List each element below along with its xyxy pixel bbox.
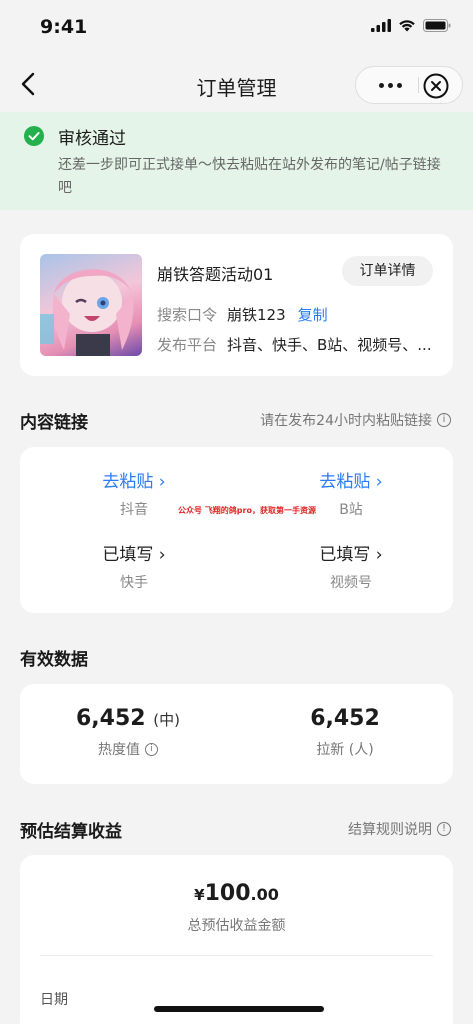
nav-bar: 订单管理: [0, 56, 473, 112]
new-users-label: 拉新 (人): [316, 742, 374, 758]
status-icons: [371, 19, 451, 32]
mini-program-capsule: [355, 66, 463, 104]
platform-row: 发布平台 抖音、快手、B站、视频号、...: [157, 334, 432, 355]
total-amount: ¥100.00: [20, 881, 453, 906]
link-cell-kuaishou[interactable]: 已填写 › 快手: [54, 540, 214, 592]
heat-level: (中): [153, 711, 180, 729]
settlement-rules-link[interactable]: 结算规则说明 !: [348, 819, 451, 839]
platform-value: 抖音、快手、B站、视频号、...: [227, 336, 432, 354]
total-amount-label: 总预估收益金额: [187, 918, 286, 934]
check-circle-icon: [24, 126, 44, 146]
content-links-title: 内容链接: [20, 413, 88, 433]
watermark-text: 公众号 飞翔的鸽pro，获取第一手资源: [178, 506, 316, 515]
signal-icon: [371, 19, 391, 32]
amount-integer: 100: [204, 881, 251, 906]
wifi-icon: [399, 20, 415, 32]
income-title: 预估结算收益: [20, 822, 122, 842]
income-card: ¥100.00 总预估收益金额 日期: [20, 855, 453, 1024]
banner-title: 审核通过: [58, 129, 126, 149]
search-code-value: 崩铁123: [227, 306, 286, 324]
new-users-stat: 6,452 拉新 (人): [245, 706, 445, 759]
content-links-card: 去粘贴 › 抖音 去粘贴 › B站 已填写 › 快手 已填写 › 视频号 公众号…: [20, 447, 453, 613]
currency-symbol: ¥: [194, 886, 205, 904]
divider: [40, 955, 433, 956]
amount-decimal: .00: [250, 885, 279, 904]
search-code-row: 搜索口令 崩铁123 复制: [157, 304, 328, 325]
heat-value-row: 6,452 (中): [28, 706, 228, 731]
platform-name: 视频号: [330, 575, 372, 591]
filled-link-button[interactable]: 已填写 ›: [54, 540, 214, 565]
order-name: 崩铁答题活动01: [157, 265, 274, 284]
info-icon[interactable]: i: [145, 742, 158, 756]
paste-link-button[interactable]: 去粘贴 ›: [271, 467, 431, 492]
copy-link[interactable]: 复制: [298, 306, 328, 324]
status-time: 9:41: [40, 16, 88, 38]
info-icon[interactable]: i: [437, 413, 451, 427]
close-button[interactable]: [422, 72, 450, 100]
more-dot-icon: [387, 82, 393, 88]
filled-link-button[interactable]: 已填写 ›: [271, 540, 431, 565]
platform-name: 快手: [120, 575, 148, 591]
heat-label: 热度值: [98, 742, 140, 758]
more-dot-icon: [378, 82, 384, 88]
platform-label: 发布平台: [157, 336, 218, 354]
more-dot-icon: [396, 82, 402, 88]
battery-icon: [423, 19, 451, 32]
settlement-rules-text[interactable]: 结算规则说明: [348, 819, 432, 839]
stats-title: 有效数据: [20, 650, 88, 670]
link-cell-shipinhao[interactable]: 已填写 › 视频号: [271, 540, 431, 592]
banner-description: 还差一步即可正式接单～快去粘贴在站外发布的笔记/帖子链接吧: [58, 157, 441, 196]
status-bar: 9:41: [0, 0, 473, 56]
info-icon[interactable]: !: [437, 822, 451, 836]
anime-character-image: [40, 269, 134, 356]
heat-stat: 6,452 (中) 热度值 i: [28, 706, 228, 759]
approval-banner: 审核通过 还差一步即可正式接单～快去粘贴在站外发布的笔记/帖子链接吧: [0, 112, 473, 210]
more-button[interactable]: [370, 67, 410, 103]
heat-label-row: 热度值 i: [28, 739, 228, 759]
paste-link-button[interactable]: 去粘贴 ›: [54, 467, 214, 492]
heat-value: 6,452: [76, 706, 146, 731]
new-users-value: 6,452: [310, 706, 380, 731]
order-card: 崩铁答题活动01 订单详情 搜索口令 崩铁123 复制 发布平台 抖音、快手、B站、视…: [20, 234, 453, 376]
order-detail-button[interactable]: 订单详情: [342, 256, 433, 286]
close-circle-icon: [423, 73, 449, 99]
stats-card: 6,452 (中) 热度值 i 6,452 拉新 (人): [20, 684, 453, 784]
home-indicator[interactable]: [154, 1006, 324, 1012]
order-thumbnail: [40, 254, 142, 356]
search-code-label: 搜索口令: [157, 306, 218, 324]
content-links-hint-text: 请在发布24小时内粘贴链接: [260, 413, 432, 429]
date-column-header: 日期: [40, 992, 68, 1008]
content-links-hint: 请在发布24小时内粘贴链接 i: [260, 410, 451, 430]
capsule-divider: [418, 77, 419, 93]
